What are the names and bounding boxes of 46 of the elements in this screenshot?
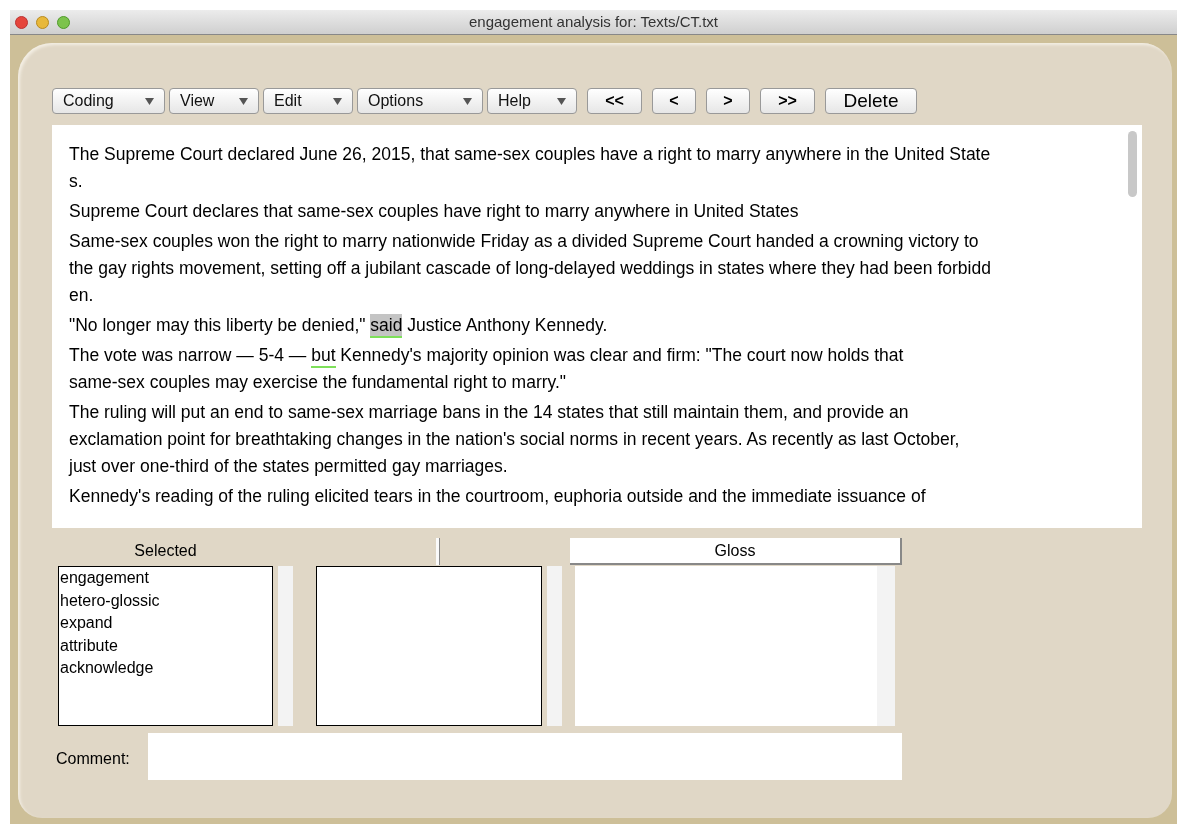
scrollbar[interactable] bbox=[877, 566, 895, 726]
list-item[interactable]: attribute bbox=[60, 634, 272, 657]
list-item[interactable]: acknowledge bbox=[60, 657, 272, 680]
text-line: same-sex couples may exercise the fundamental right to marry." bbox=[69, 371, 568, 394]
comment-field[interactable] bbox=[148, 733, 902, 780]
menu-button[interactable]: Coding bbox=[52, 88, 165, 114]
dropdown-arrow-icon bbox=[145, 97, 154, 105]
scrollbar-thumb[interactable] bbox=[1128, 131, 1137, 197]
text-line: the gay rights movement, setting off a jubilant cascade of long-delayed weddings in states where they had been forbidd bbox=[69, 257, 992, 280]
navigation-button[interactable]: < bbox=[652, 88, 696, 114]
navigation-button[interactable]: > bbox=[706, 88, 750, 114]
scrollbar[interactable] bbox=[547, 566, 562, 726]
column-heading: Selected bbox=[133, 541, 198, 561]
text-line: exclamation point for breathtaking changes in the nation's social norms in recent years. As recently as last October, bbox=[69, 428, 961, 451]
list-item[interactable]: engagement bbox=[60, 567, 272, 590]
dropdown-arrow-icon bbox=[557, 97, 566, 105]
delete-button[interactable]: Delete bbox=[825, 88, 917, 114]
menu-button[interactable]: Options bbox=[357, 88, 483, 114]
navigation-button[interactable]: << bbox=[587, 88, 642, 114]
dropdown-arrow-icon bbox=[239, 97, 248, 105]
comment-label: Comment: bbox=[56, 749, 130, 769]
window-title: engagement analysis for: Texts/CT.txt bbox=[469, 11, 718, 32]
menu-button[interactable]: View bbox=[169, 88, 259, 114]
minimize-button[interactable] bbox=[36, 15, 49, 29]
text-line: The vote was narrow — 5-4 — but Kennedy's majority opinion was clear and firm: "The court now holds that bbox=[69, 342, 1142, 369]
text-line: Same-sex couples won the right to marry nationwide Friday as a divided Supreme Court handed a crowning victory to bbox=[69, 230, 980, 253]
text-line: s. bbox=[69, 170, 84, 193]
dropdown-arrow-icon bbox=[463, 97, 472, 105]
text-line: The Supreme Court declared June 26, 2015, that same-sex couples have a right to marry anywhere in the United State bbox=[69, 143, 992, 166]
text-line: The ruling will put an end to same-sex marriage bans in the 14 states that still maintain them, and provide an bbox=[69, 401, 910, 424]
text-line: Kennedy's reading of the ruling elicited tears in the courtroom, euphoria outside and the immediate issuance of bbox=[69, 485, 927, 508]
gloss-header[interactable]: Gloss bbox=[570, 538, 902, 565]
list-item[interactable]: hetero-glossic bbox=[60, 589, 272, 612]
close-button[interactable] bbox=[15, 15, 28, 29]
dropdown-arrow-icon bbox=[333, 97, 342, 105]
text-line: Supreme Court declares that same-sex couples have right to marry anywhere in United States bbox=[69, 200, 800, 223]
menu-button[interactable]: Edit bbox=[263, 88, 353, 114]
menu-button[interactable]: Help bbox=[487, 88, 577, 114]
list-item[interactable]: expand bbox=[60, 612, 272, 635]
text-line: just over one-third of the states permitted gay marriages. bbox=[69, 455, 509, 478]
zoom-button[interactable] bbox=[57, 15, 70, 29]
column-header[interactable] bbox=[436, 538, 440, 565]
text-line: "No longer may this liberty be denied," said Justice Anthony Kennedy. bbox=[69, 312, 1142, 339]
text-line: en. bbox=[69, 284, 95, 307]
scrollbar[interactable] bbox=[278, 566, 293, 726]
navigation-button[interactable]: >> bbox=[760, 88, 815, 114]
